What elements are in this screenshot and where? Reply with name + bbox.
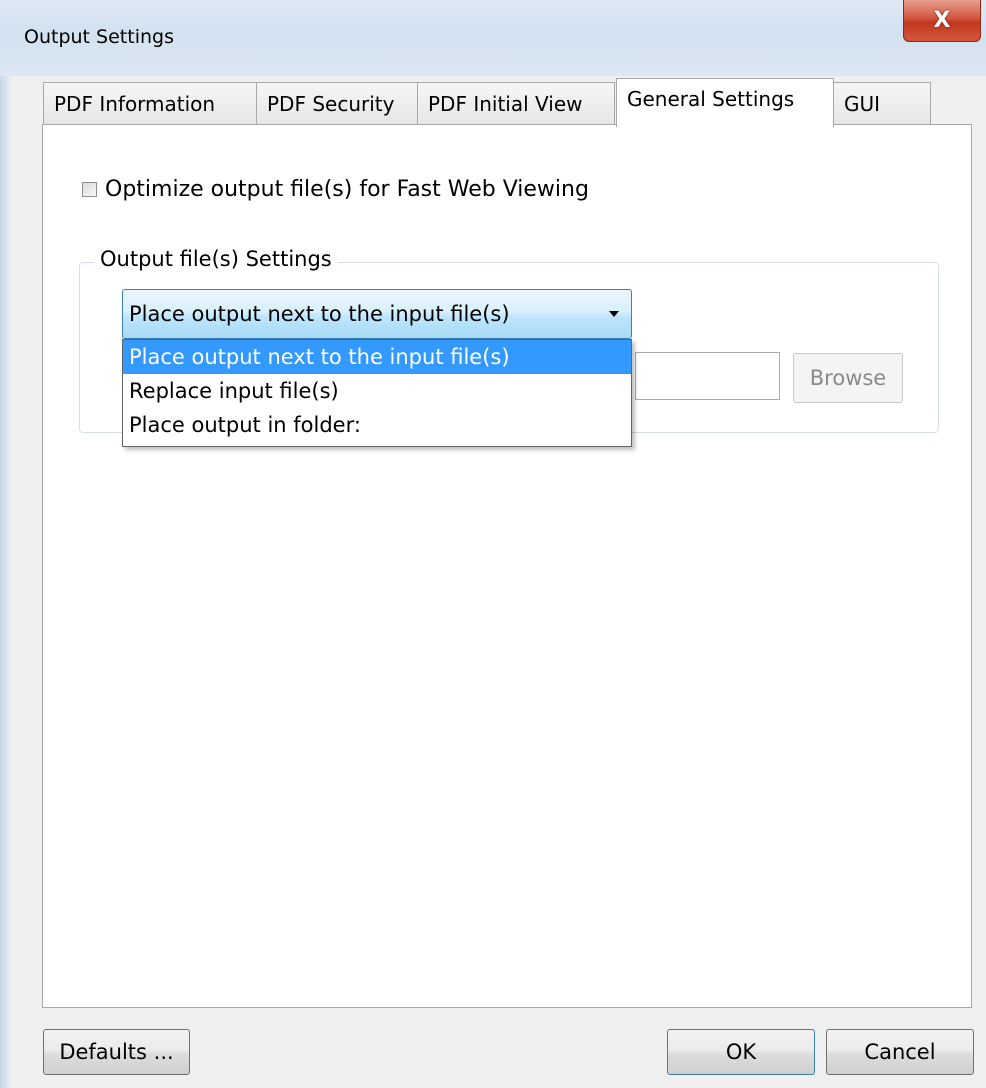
output-settings-dialog: Output Settings X PDF Information PDF Se… [0,0,986,1088]
defaults-button[interactable]: Defaults ... [43,1029,190,1075]
general-settings-panel: Optimize output file(s) for Fast Web Vie… [42,124,972,1008]
dropdown-option-replace-input[interactable]: Replace input file(s) [123,374,631,408]
output-folder-input[interactable] [635,352,780,400]
fast-web-view-checkbox[interactable] [82,182,97,197]
title-bar: Output Settings X [0,0,986,76]
cancel-button[interactable]: Cancel [826,1029,974,1075]
dropdown-option-place-in-folder[interactable]: Place output in folder: [123,408,631,442]
chevron-down-icon [609,311,619,317]
dropdown-option-next-to-input[interactable]: Place output next to the input file(s) [123,340,631,374]
tab-pdf-information[interactable]: PDF Information [43,82,257,124]
tab-pdf-initial-view[interactable]: PDF Initial View [417,82,615,124]
close-icon: X [933,8,951,33]
ok-button[interactable]: OK [667,1029,815,1075]
window-title: Output Settings [24,26,174,48]
fast-web-view-label: Optimize output file(s) for Fast Web Vie… [105,177,589,202]
tab-pdf-security[interactable]: PDF Security [256,82,418,124]
output-group-title: Output file(s) Settings [94,247,338,271]
fast-web-view-option[interactable]: Optimize output file(s) for Fast Web Vie… [82,177,589,202]
tab-general-settings[interactable]: General Settings [616,78,834,127]
output-mode-select[interactable]: Place output next to the input file(s) [122,289,632,339]
output-mode-value: Place output next to the input file(s) [129,302,510,326]
close-button[interactable]: X [903,0,981,42]
window-edge [0,0,12,1088]
tab-gui[interactable]: GUI [833,82,931,124]
browse-button[interactable]: Browse [793,353,903,403]
output-mode-dropdown: Place output next to the input file(s) R… [122,339,632,447]
